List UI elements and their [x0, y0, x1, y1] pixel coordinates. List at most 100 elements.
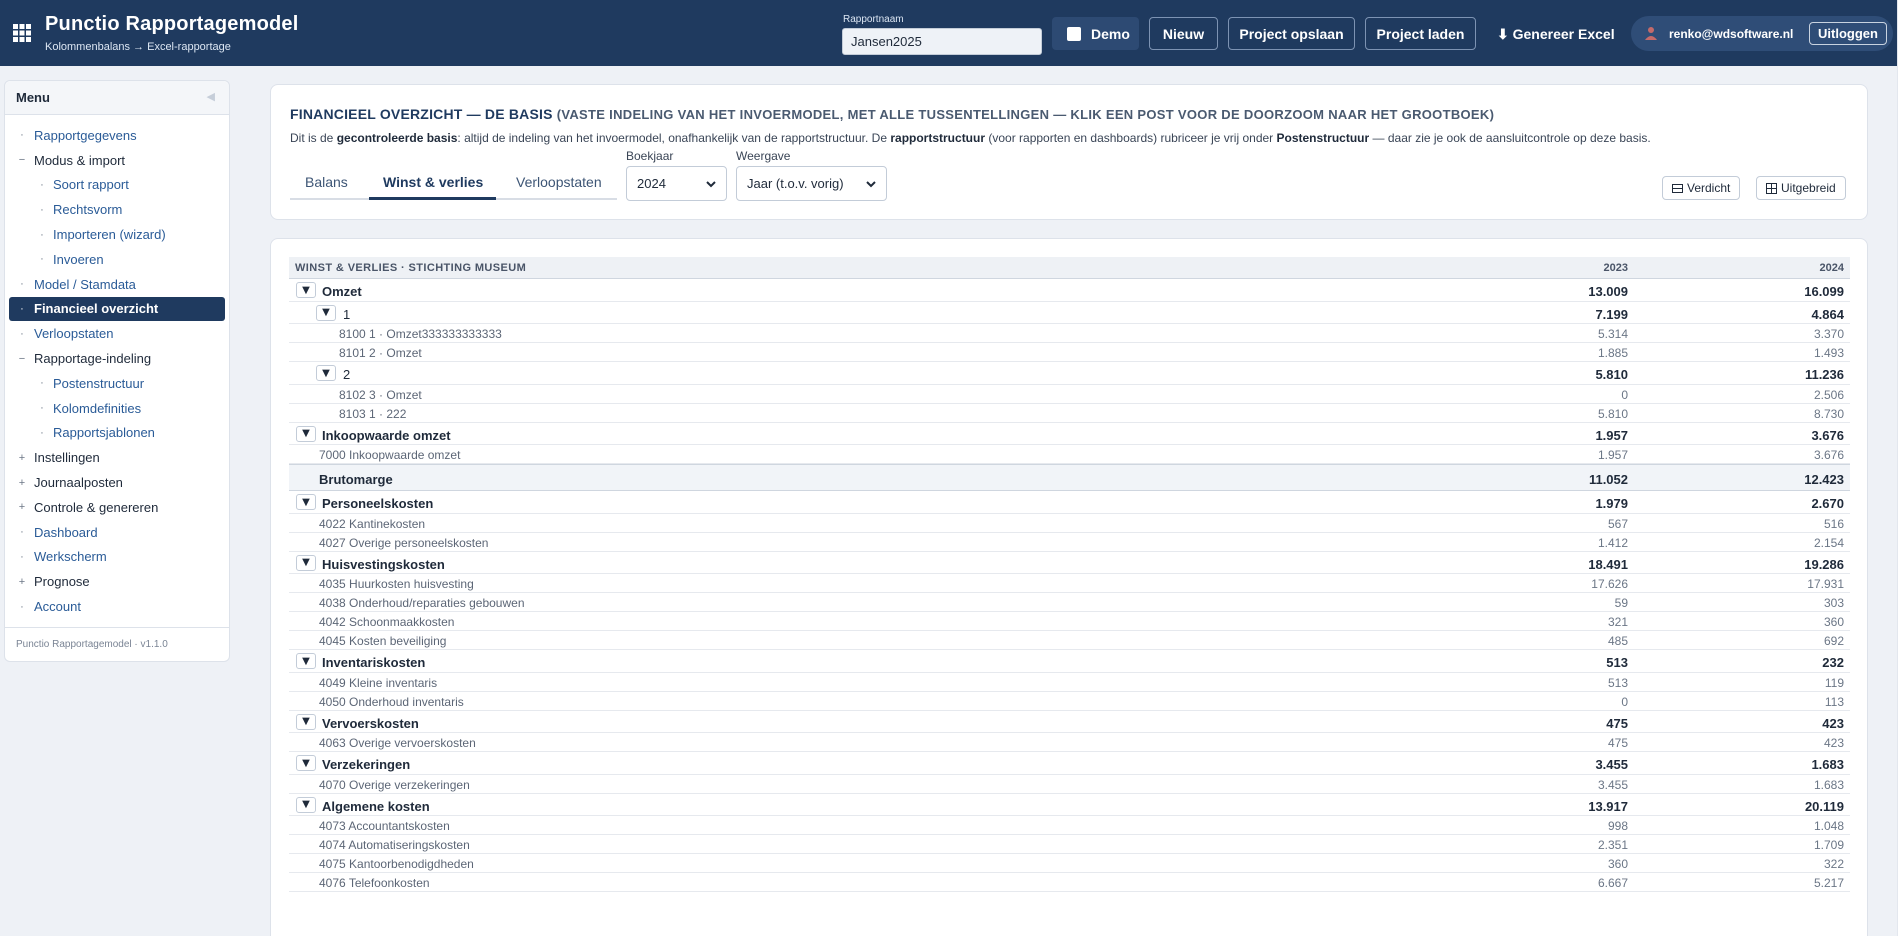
grid-menu-icon[interactable]	[12, 23, 32, 43]
account-row[interactable]: 4042 Schoonmaakkosten 321 360	[289, 612, 1850, 631]
account-row[interactable]: 8100 1 · Omzet333333333333 5.314 3.370	[289, 324, 1850, 343]
tab-balans[interactable]: Balans	[305, 174, 348, 190]
uitgebreid-button[interactable]: Uitgebreid	[1756, 176, 1846, 200]
account-row[interactable]: 8102 3 · Omzet 0 2.506	[289, 385, 1850, 404]
sidebar-item-controle-genereren[interactable]: + Controle & genereren	[5, 495, 229, 520]
page-title: FINANCIEEL OVERZICHT — DE BASIS (VASTE I…	[290, 106, 1494, 122]
row-label: 4073 Accountantskosten	[319, 819, 450, 833]
account-row[interactable]: 8103 1 · 222 5.810 8.730	[289, 404, 1850, 423]
account-row[interactable]: 4050 Onderhoud inventaris 0 113	[289, 692, 1850, 711]
account-row[interactable]: 4075 Kantoorbenodigdheden 360 322	[289, 854, 1850, 873]
demo-toggle[interactable]: Demo	[1052, 17, 1139, 50]
row-label: Brutomarge	[319, 472, 393, 487]
account-row[interactable]: 4063 Overige vervoerskosten 475 423	[289, 733, 1850, 752]
collapse-toggle-icon[interactable]: ▼	[296, 796, 316, 813]
sidebar-item-kolomdefinities[interactable]: · Kolomdefinities	[5, 396, 229, 421]
sidebar-item-model-stamdata[interactable]: · Model / Stamdata	[5, 272, 229, 297]
account-row[interactable]: 8101 2 · Omzet 1.885 1.493	[289, 343, 1850, 362]
account-row[interactable]: 4038 Onderhoud/reparaties gebouwen 59 303	[289, 593, 1850, 612]
account-row[interactable]: 7000 Inkoopwaarde omzet 1.957 3.676	[289, 445, 1850, 464]
total-row[interactable]: Brutomarge 11.052 12.423	[289, 464, 1850, 491]
row-label: Verzekeringen	[322, 757, 411, 772]
sidebar-item-label: Rapportgegevens	[34, 127, 137, 143]
sidebar-item-verloopstaten[interactable]: · Verloopstaten	[5, 321, 229, 346]
statement-tabs: Balans Winst & verlies Verloopstaten	[290, 165, 617, 200]
save-project-button[interactable]: Project opslaan	[1228, 17, 1355, 50]
rapportnaam-input[interactable]	[842, 28, 1042, 55]
account-row[interactable]: 4022 Kantinekosten 567 516	[289, 514, 1850, 533]
sidebar-item-label: Modus & import	[34, 152, 126, 168]
account-row[interactable]: 4070 Overige verzekeringen 3.455 1.683	[289, 775, 1850, 794]
account-row[interactable]: 4045 Kosten beveiliging 485 692	[289, 631, 1850, 650]
collapse-toggle-icon[interactable]: ▼	[296, 653, 316, 669]
collapse-icon[interactable]: ◀	[207, 90, 215, 103]
row-label: Vervoerskosten	[322, 715, 419, 731]
collapse-toggle-icon[interactable]: ▼	[296, 282, 316, 298]
weergave-value: Jaar (t.o.v. vorig)	[747, 176, 844, 191]
sidebar-item-rapportage-indeling[interactable]: − Rapportage-indeling	[5, 346, 229, 371]
sidebar-item-instellingen[interactable]: + Instellingen	[5, 445, 229, 470]
verdicht-button[interactable]: Verdicht	[1662, 176, 1741, 200]
value-2023: 485	[1607, 634, 1628, 648]
demo-checkbox[interactable]	[1067, 26, 1081, 41]
account-row[interactable]: 4049 Kleine inventaris 513 119	[289, 673, 1850, 692]
boekjaar-select[interactable]: 2024	[626, 166, 727, 201]
sidebar-item-financieel-overzicht[interactable]: · Financieel overzicht	[9, 296, 225, 322]
sidebar-item-rapportgegevens[interactable]: · Rapportgegevens	[5, 123, 229, 148]
rapportnaam-label: Rapportnaam	[843, 14, 904, 25]
value-2024: 232	[1822, 655, 1844, 670]
group-row[interactable]: ▼ Vervoerskosten 475 423	[289, 711, 1850, 733]
group-row[interactable]: ▼ Inventariskosten 513 232	[289, 650, 1850, 673]
tab-verloopstaten[interactable]: Verloopstaten	[516, 174, 602, 190]
load-project-button[interactable]: Project laden	[1365, 17, 1476, 50]
collapse-toggle-icon[interactable]: ▼	[296, 713, 316, 730]
weergave-select[interactable]: Jaar (t.o.v. vorig)	[736, 166, 887, 201]
sidebar-item-rapportsjablonen[interactable]: · Rapportsjablonen	[5, 421, 229, 446]
account-row[interactable]: 4074 Automatiseringskosten 2.351 1.709	[289, 835, 1850, 854]
sidebar-item-rechtsvorm[interactable]: · Rechtsvorm	[5, 197, 229, 222]
group-row[interactable]: ▼ Inkoopwaarde omzet 1.957 3.676	[289, 423, 1850, 445]
group-row[interactable]: ▼ Algemene kosten 13.917 20.119	[289, 794, 1850, 816]
row-label: 4038 Onderhoud/reparaties gebouwen	[319, 596, 525, 610]
group-row[interactable]: ▼ Omzet 13.009 16.099	[289, 279, 1850, 302]
group-row[interactable]: ▼ Huisvestingskosten 18.491 19.286	[289, 552, 1850, 574]
subgroup-row[interactable]: ▼ 1 7.199 4.864	[289, 302, 1850, 324]
sidebar-item-postenstructuur[interactable]: · Postenstructuur	[5, 371, 229, 396]
generate-excel-button[interactable]: ⬇ Genereer Excel	[1497, 26, 1615, 43]
sidebar-item-dashboard[interactable]: · Dashboard	[5, 520, 229, 545]
account-row[interactable]: 4076 Telefoonkosten 6.667 5.217	[289, 873, 1850, 892]
row-label: 8101 2 · Omzet	[339, 346, 422, 360]
group-row[interactable]: ▼ Personeelskosten 1.979 2.670	[289, 491, 1850, 514]
collapse-toggle-icon[interactable]: ▼	[296, 494, 316, 510]
collapse-toggle-icon[interactable]: ▼	[316, 304, 336, 321]
sidebar: Menu ◀ · Rapportgegevens − Modus & import …	[4, 80, 230, 662]
sidebar-item-importeren[interactable]: · Importeren (wizard)	[5, 222, 229, 247]
sidebar-item-modus-import[interactable]: − Modus & import	[5, 148, 229, 173]
collapse-toggle-icon[interactable]: ▼	[296, 554, 316, 571]
sidebar-item-invoeren[interactable]: · Invoeren	[5, 247, 229, 272]
subgroup-row[interactable]: ▼ 2 5.810 11.236	[289, 362, 1850, 385]
page-title-main: FINANCIEEL OVERZICHT — DE BASIS	[290, 106, 553, 122]
sidebar-item-soort-rapport[interactable]: · Soort rapport	[5, 173, 229, 198]
collapse-toggle-icon[interactable]: ▼	[316, 365, 336, 381]
group-row[interactable]: ▼ Verzekeringen 3.455 1.683	[289, 752, 1850, 775]
tab-winst-verlies[interactable]: Winst & verlies	[383, 174, 483, 190]
sidebar-item-werkscherm[interactable]: · Werkscherm	[5, 545, 229, 570]
account-row[interactable]: 4035 Huurkosten huisvesting 17.626 17.931	[289, 574, 1850, 593]
sidebar-item-label: Controle & genereren	[34, 499, 159, 515]
new-button[interactable]: Nieuw	[1149, 17, 1218, 50]
sidebar-item-prognose[interactable]: + Prognose	[5, 569, 229, 594]
overview-card: FINANCIEEL OVERZICHT — DE BASIS (VASTE I…	[270, 84, 1868, 220]
row-label: 4049 Kleine inventaris	[319, 675, 438, 690]
weergave-label: Weergave	[736, 149, 791, 163]
logout-button[interactable]: Uitloggen	[1809, 22, 1887, 45]
account-row[interactable]: 4073 Accountantskosten 998 1.048	[289, 816, 1850, 835]
uitgebreid-label: Uitgebreid	[1781, 181, 1836, 195]
sidebar-item-journaalposten[interactable]: + Journaalposten	[5, 470, 229, 495]
sidebar-item-account[interactable]: · Account	[5, 594, 229, 619]
row-label: 4063 Overige vervoerskosten	[319, 736, 476, 750]
collapse-toggle-icon[interactable]: ▼	[296, 755, 316, 771]
collapse-toggle-icon[interactable]: ▼	[296, 425, 316, 442]
account-row[interactable]: 4027 Overige personeelskosten 1.412 2.154	[289, 533, 1850, 552]
value-2024: 12.423	[1804, 472, 1844, 487]
